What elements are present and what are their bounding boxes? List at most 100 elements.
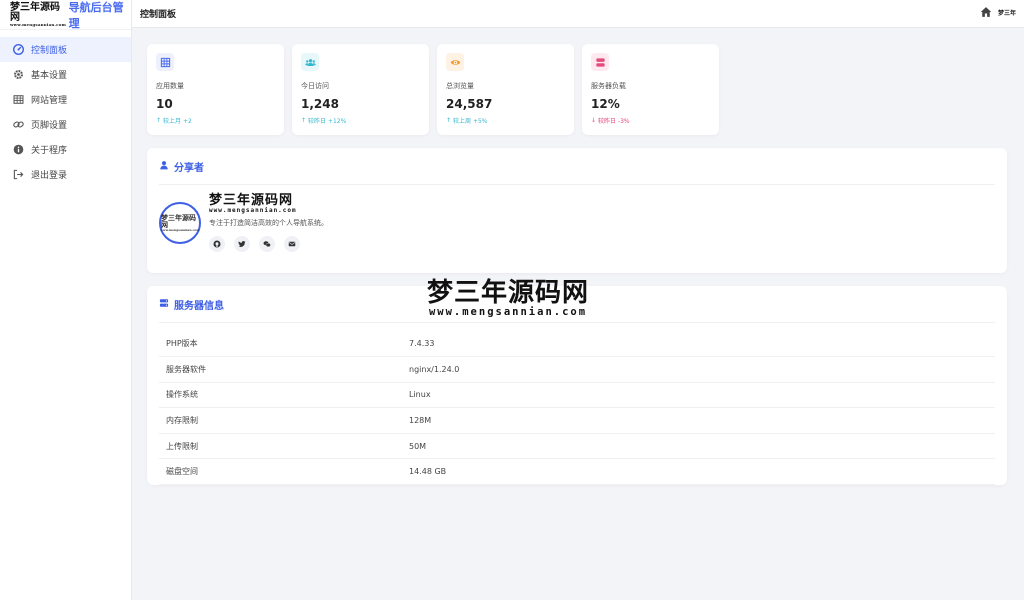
sidebar-item-footer-settings[interactable]: 页脚设置	[0, 112, 131, 137]
brand-title: 导航后台管理	[68, 0, 124, 30]
sharer-info: 梦三年源码网 www.mengsannian.com 专注于打造简洁高效的个人导…	[209, 194, 328, 252]
watermark-sub: www.mengsannian.com	[428, 306, 588, 318]
sidebar-nav: 控制面板 基本设置 网站管理 页脚设置 关于程序 退出登录	[0, 37, 131, 187]
sidebar-item-dashboard[interactable]: 控制面板	[0, 37, 131, 62]
stat-value: 12%	[591, 97, 620, 111]
info-key: 操作系统	[159, 382, 409, 409]
header-actions: 梦三年	[980, 5, 1016, 23]
sidebar-item-label: 关于程序	[31, 146, 68, 156]
arrow-down-icon: ↓	[591, 117, 597, 124]
stat-value: 24,587	[446, 97, 493, 111]
logout-icon	[13, 169, 24, 180]
info-icon	[13, 144, 24, 155]
link-icon	[13, 119, 24, 130]
info-value: 128M	[409, 407, 995, 434]
stat-label: 总浏览量	[446, 82, 474, 90]
info-value: nginx/1.24.0	[409, 356, 995, 383]
brand[interactable]: 梦三年源码网 www.mengsannian.com 导航后台管理	[0, 0, 131, 30]
info-value: 14.48 GB	[409, 458, 995, 486]
sharer-avatar-sub: www.mengsannian.com	[160, 228, 200, 233]
sharer-panel: 分享者 梦三年源码网 www.mengsannian.com 梦三年源码网 ww…	[147, 148, 1007, 273]
sidebar-item-basic-settings[interactable]: 基本设置	[0, 62, 131, 87]
stat-trend: ↓ 较昨日 -3%	[591, 116, 710, 125]
main-content: 应用数量 10 ↑ 较上月 +2 今日访问 1,248 ↑ 较昨日 +12% 总…	[147, 44, 1007, 495]
twitter-icon[interactable]	[234, 236, 250, 252]
table-icon	[13, 94, 24, 105]
stat-value: 1,248	[301, 97, 339, 111]
watermark-main: 梦三年源码网	[427, 278, 590, 308]
brand-logo: 梦三年源码网 www.mengsannian.com	[10, 1, 67, 27]
sharer-name: 梦三年源码网	[209, 193, 294, 208]
sharer-desc: 专注于打造简洁高效的个人导航系统。	[209, 219, 328, 227]
users-icon	[301, 53, 319, 71]
stat-trend-text: 较上月 +2	[163, 118, 192, 125]
watermark: 梦三年源码网 www.mengsannian.com	[427, 280, 589, 318]
table-row: 上传限制 50M	[159, 433, 995, 460]
stat-card-visits: 今日访问 1,248 ↑ 较昨日 +12%	[292, 44, 429, 135]
sidebar-item-label: 基本设置	[31, 71, 68, 81]
stat-value: 10	[156, 97, 173, 111]
stat-trend-text: 较昨日 -3%	[598, 118, 630, 125]
wechat-icon[interactable]	[259, 236, 275, 252]
user-icon	[159, 159, 169, 173]
sharer-name-sub: www.mengsannian.com	[209, 207, 297, 214]
stat-card-apps: 应用数量 10 ↑ 较上月 +2	[147, 44, 284, 135]
stat-card-server-load: 服务器负载 12% ↓ 较昨日 -3%	[582, 44, 719, 135]
server-panel-title: 服务器信息	[174, 300, 224, 312]
stat-trend-text: 较上周 +5%	[453, 118, 488, 125]
table-row: 服务器软件 nginx/1.24.0	[159, 356, 995, 383]
table-row: PHP版本 7.4.33	[159, 331, 995, 358]
stat-label: 服务器负载	[591, 82, 626, 90]
github-icon[interactable]	[209, 236, 225, 252]
arrow-up-icon: ↑	[446, 117, 452, 124]
table-row: 内存限制 128M	[159, 407, 995, 434]
sidebar-item-site-management[interactable]: 网站管理	[0, 87, 131, 112]
info-value: Linux	[409, 382, 995, 409]
top-header: 控制面板 梦三年	[132, 0, 1024, 28]
server-icon	[159, 297, 169, 311]
eye-icon	[446, 53, 464, 71]
sharer-avatar: 梦三年源码网 www.mengsannian.com	[159, 202, 201, 244]
info-key: 磁盘空间	[159, 458, 409, 486]
stat-trend: ↑ 较上周 +5%	[446, 116, 565, 125]
stat-card-pageviews: 总浏览量 24,587 ↑ 较上周 +5%	[437, 44, 574, 135]
dashboard-icon	[13, 44, 24, 55]
server-icon	[591, 53, 609, 71]
sidebar-item-logout[interactable]: 退出登录	[0, 162, 131, 187]
brand-logo-sub: www.mengsannian.com	[10, 21, 67, 27]
grid-icon	[156, 53, 174, 71]
arrow-up-icon: ↑	[301, 117, 307, 124]
page-title: 控制面板	[140, 10, 177, 20]
table-row: 操作系统 Linux	[159, 382, 995, 409]
sharer-panel-title: 分享者	[174, 162, 204, 174]
info-value: 7.4.33	[409, 331, 995, 358]
home-icon[interactable]	[980, 6, 992, 21]
info-key: 内存限制	[159, 407, 409, 434]
gear-icon	[13, 69, 24, 80]
sidebar-item-label: 网站管理	[31, 96, 68, 106]
mail-icon[interactable]	[284, 236, 300, 252]
info-key: 服务器软件	[159, 356, 409, 383]
arrow-up-icon: ↑	[156, 117, 162, 124]
avatar[interactable]: 梦三年	[998, 5, 1016, 23]
info-value: 50M	[409, 433, 995, 460]
stat-trend-text: 较昨日 +12%	[308, 118, 347, 125]
table-row: 磁盘空间 14.48 GB	[159, 458, 995, 486]
stat-label: 应用数量	[156, 82, 184, 90]
stat-trend: ↑ 较上月 +2	[156, 116, 275, 125]
sidebar-item-label: 控制面板	[31, 46, 68, 56]
sidebar: 梦三年源码网 www.mengsannian.com 导航后台管理 控制面板 基…	[0, 0, 132, 600]
sidebar-item-about[interactable]: 关于程序	[0, 137, 131, 162]
brand-logo-text: 梦三年源码网	[10, 1, 60, 23]
info-key: 上传限制	[159, 433, 409, 460]
sidebar-item-label: 退出登录	[31, 171, 68, 181]
sharer-avatar-text: 梦三年源码网	[161, 212, 196, 230]
info-key: PHP版本	[159, 331, 409, 358]
stats-row: 应用数量 10 ↑ 较上月 +2 今日访问 1,248 ↑ 较昨日 +12% 总…	[147, 44, 1007, 135]
server-info-table: PHP版本 7.4.33 服务器软件 nginx/1.24.0 操作系统 Linux …	[159, 331, 995, 486]
sidebar-item-label: 页脚设置	[31, 121, 68, 131]
sharer-panel-header: 分享者	[159, 148, 995, 185]
stat-label: 今日访问	[301, 82, 329, 90]
sharer-card: 梦三年源码网 www.mengsannian.com 梦三年源码网 www.me…	[159, 185, 995, 273]
stat-trend: ↑ 较昨日 +12%	[301, 116, 420, 125]
